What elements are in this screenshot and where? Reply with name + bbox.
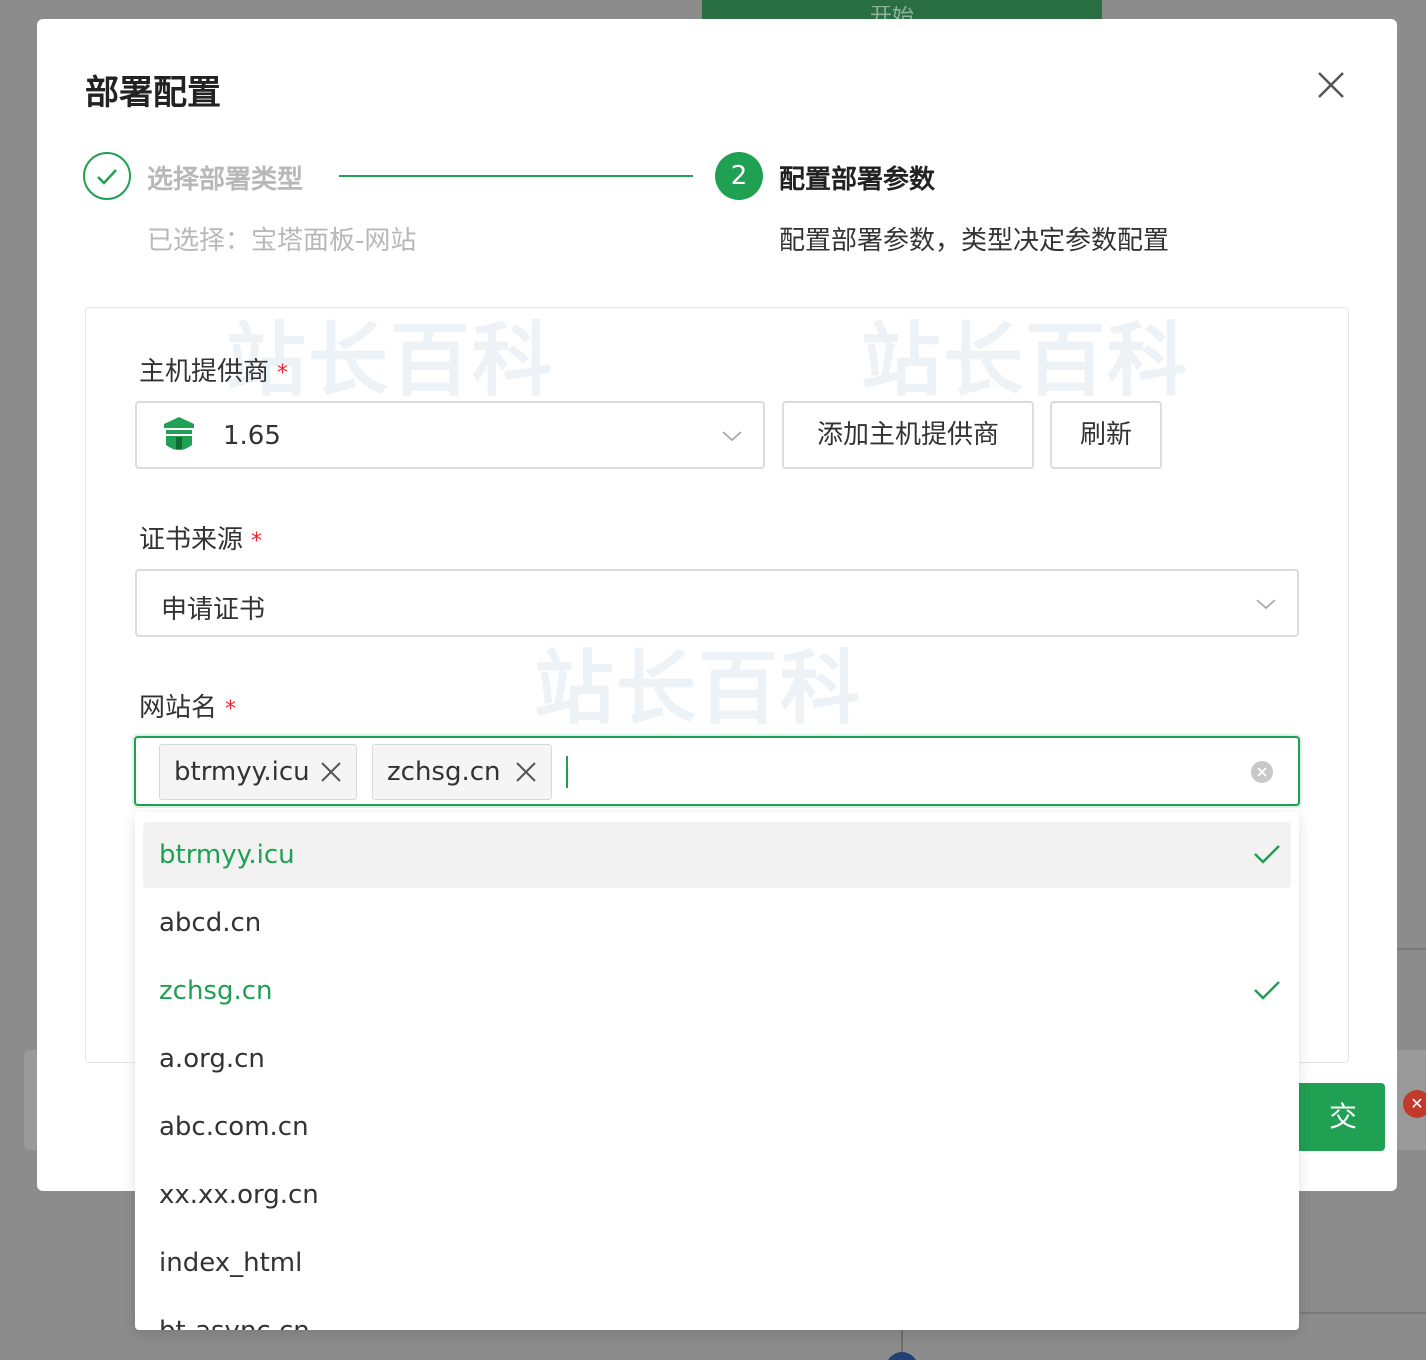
background-divider	[1300, 1312, 1426, 1314]
step-1-description: 已选择：宝塔面板-网站	[147, 226, 417, 256]
bt-panel-logo-icon	[164, 417, 194, 450]
watermark: 站长百科	[534, 642, 862, 735]
dropdown-option-label: zchsg.cn	[159, 976, 273, 1006]
dropdown-option-label: abc.com.cn	[159, 1112, 309, 1142]
check-icon	[97, 169, 117, 185]
site-tag: zchsg.cn	[372, 744, 552, 800]
dropdown-option-label: xx.xx.org.cn	[159, 1180, 319, 1210]
dropdown-option[interactable]: bt-async.cn	[143, 1298, 1291, 1330]
dropdown-option[interactable]: zchsg.cn	[143, 958, 1291, 1024]
dialog-title: 部署配置	[85, 73, 221, 113]
site-tag: btrmyy.icu	[159, 744, 357, 800]
site-tag-label: zchsg.cn	[387, 757, 501, 787]
submit-button[interactable]: 交	[1299, 1083, 1385, 1151]
required-mark: *	[277, 361, 289, 386]
step-1-title: 选择部署类型	[147, 165, 304, 195]
site-name-multiselect[interactable]: btrmyy.icu zchsg.cn	[134, 736, 1300, 806]
step-1-indicator	[83, 152, 131, 200]
dropdown-option-label: a.org.cn	[159, 1044, 265, 1074]
chevron-down-icon	[722, 431, 742, 442]
background-node	[886, 1352, 918, 1360]
dropdown-option-label: bt-async.cn	[159, 1316, 310, 1330]
background-error-badge: ✕	[1403, 1090, 1426, 1118]
dropdown-option[interactable]: abcd.cn	[143, 890, 1291, 956]
add-host-provider-button[interactable]: 添加主机提供商	[782, 401, 1034, 469]
cert-source-select[interactable]: 申请证书	[135, 569, 1299, 637]
host-provider-select[interactable]: 1.65	[135, 401, 765, 469]
dropdown-option[interactable]: xx.xx.org.cn	[143, 1162, 1291, 1228]
site-name-label-text: 网站名	[139, 693, 218, 723]
close-icon: ✕	[1410, 1094, 1424, 1113]
background-start-label: 开始	[870, 6, 915, 19]
step-2-description: 配置部署参数，类型决定参数配置	[779, 226, 1170, 256]
required-mark: *	[251, 529, 263, 554]
site-name-dropdown: btrmyy.icu abcd.cn zchsg.cn a.org.cn abc…	[135, 812, 1299, 1330]
cert-source-label: 证书来源 *	[139, 519, 262, 556]
refresh-button[interactable]: 刷新	[1050, 401, 1162, 469]
host-provider-label: 主机提供商 *	[139, 351, 288, 388]
close-icon[interactable]	[1311, 65, 1351, 105]
cert-source-label-text: 证书来源	[139, 525, 244, 555]
step-2-indicator: 2	[715, 152, 763, 200]
site-name-label: 网站名 *	[139, 687, 236, 724]
host-provider-label-text: 主机提供商	[139, 357, 270, 387]
chevron-down-icon	[1256, 599, 1276, 610]
close-icon[interactable]	[513, 759, 539, 785]
required-mark: *	[225, 697, 237, 722]
dropdown-option[interactable]: index_html	[143, 1230, 1291, 1296]
dropdown-option-label: abcd.cn	[159, 908, 262, 938]
background-divider	[1396, 948, 1426, 950]
cert-source-value: 申请证书	[161, 595, 266, 625]
dropdown-option[interactable]: btrmyy.icu	[143, 822, 1291, 888]
dropdown-option[interactable]: abc.com.cn	[143, 1094, 1291, 1160]
dropdown-option[interactable]: a.org.cn	[143, 1026, 1291, 1092]
host-provider-value: 1.65	[223, 421, 281, 451]
check-icon	[1254, 981, 1280, 1000]
clear-icon[interactable]	[1250, 760, 1274, 784]
step-connector	[339, 175, 693, 177]
check-icon	[1254, 845, 1280, 864]
dropdown-option-label: btrmyy.icu	[159, 840, 295, 870]
close-icon[interactable]	[318, 759, 344, 785]
site-tag-label: btrmyy.icu	[174, 757, 310, 787]
dropdown-option-label: index_html	[159, 1248, 303, 1278]
watermark: 站长百科	[861, 314, 1189, 407]
text-cursor	[566, 756, 568, 788]
step-2-title: 配置部署参数	[779, 165, 936, 195]
